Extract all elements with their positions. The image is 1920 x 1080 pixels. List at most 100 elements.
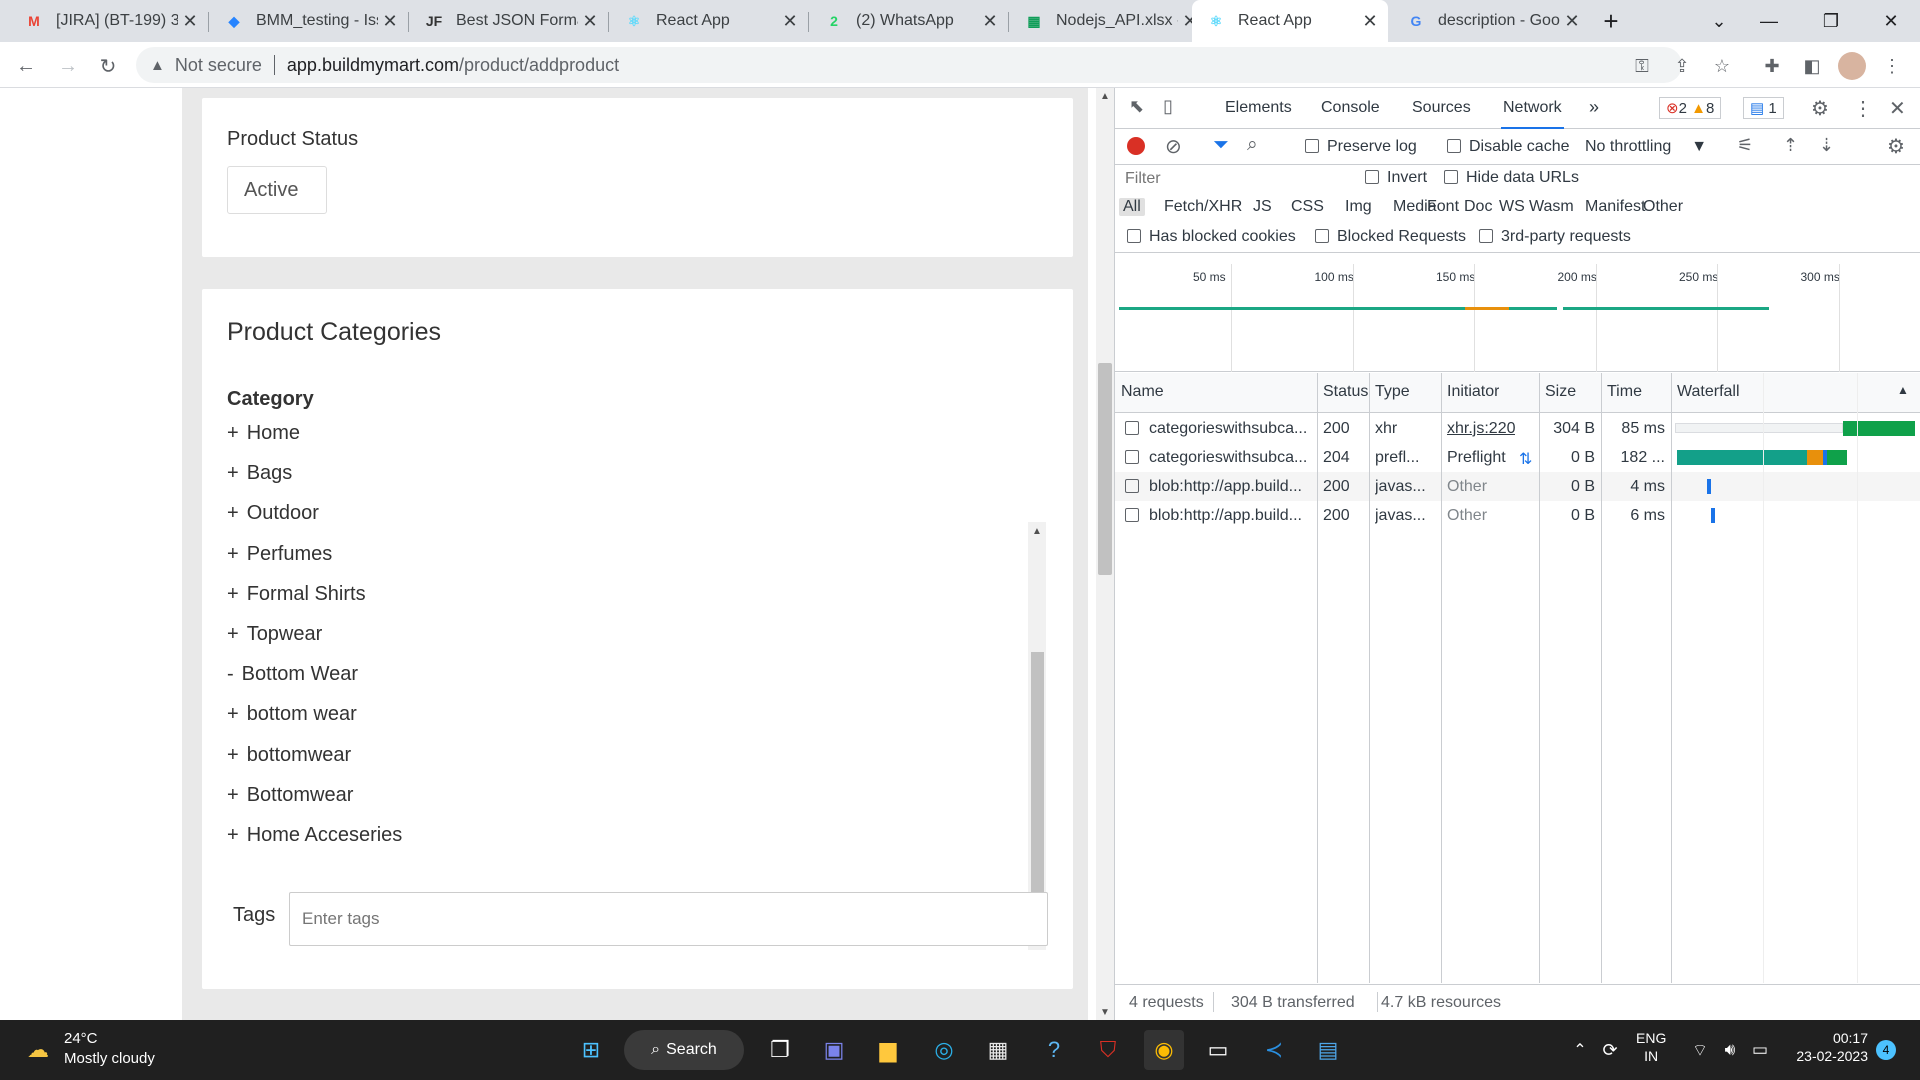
page-scroll-thumb[interactable] — [1098, 363, 1112, 575]
category-item[interactable]: + Formal Shirts — [227, 583, 366, 606]
expand-toggle[interactable]: + — [227, 422, 239, 444]
sort-ascending-icon[interactable]: ▲ — [1897, 383, 1909, 397]
terminal-icon[interactable]: ▭ — [1198, 1030, 1238, 1070]
category-item[interactable]: + Bottomwear — [227, 784, 353, 807]
request-row[interactable]: blob:http://app.build... 200 javas... Other… — [1115, 472, 1920, 501]
page-scrollbar[interactable]: ▲ ▼ — [1096, 88, 1114, 1020]
network-conditions-icon[interactable]: ⚟ — [1737, 135, 1753, 156]
type-filter-other[interactable]: Other — [1643, 198, 1683, 216]
category-item[interactable]: - Bottom Wear — [227, 663, 358, 686]
request-row[interactable]: categorieswithsubca... 204 prefl... Preflig… — [1115, 443, 1920, 472]
column-header-time[interactable]: Time — [1607, 383, 1642, 401]
scroll-up-arrow[interactable]: ▲ — [1028, 522, 1046, 540]
edge-icon[interactable]: ◎ — [924, 1030, 964, 1070]
expand-toggle[interactable]: + — [227, 543, 239, 565]
blocked-requests-checkbox[interactable]: Blocked Requests — [1315, 228, 1466, 246]
devtools-menu-icon[interactable]: ⋮ — [1853, 96, 1873, 121]
store-icon[interactable]: ▦ — [978, 1030, 1018, 1070]
teams-chat-icon[interactable]: ▣ — [814, 1030, 854, 1070]
browser-tab[interactable]: JF Best JSON Forma ✕ — [410, 0, 608, 42]
overview-timeline[interactable]: 50 ms 100 ms 150 ms 200 ms 250 ms 300 ms — [1115, 264, 1920, 372]
expand-toggle[interactable]: + — [227, 462, 239, 484]
devtools-tab-console[interactable]: Console — [1321, 99, 1380, 117]
language-indicator[interactable]: ENG IN — [1636, 1030, 1666, 1064]
key-icon[interactable]: ⚿ — [1628, 52, 1656, 80]
column-header-status[interactable]: Status — [1323, 383, 1368, 401]
file-explorer-icon[interactable]: ▆ — [868, 1030, 908, 1070]
extensions-icon[interactable]: ✚ — [1758, 52, 1786, 80]
taskbar-search[interactable]: ⌕ Search — [624, 1030, 744, 1070]
reload-button[interactable]: ↻ — [92, 50, 124, 82]
maximize-button[interactable]: ❐ — [1808, 0, 1854, 42]
column-divider[interactable] — [1539, 373, 1540, 983]
devtools-tab-network[interactable]: Network — [1501, 99, 1564, 129]
type-filter-wasm[interactable]: Wasm — [1529, 198, 1574, 216]
type-filter-js[interactable]: JS — [1253, 198, 1272, 216]
page-scroll-up[interactable]: ▲ — [1096, 88, 1114, 104]
expand-toggle[interactable]: + — [227, 703, 239, 725]
collapse-toggle[interactable]: - — [227, 663, 234, 685]
clock[interactable]: 00:17 23-02-2023 — [1784, 1030, 1868, 1064]
throttling-select[interactable]: No throttling ▼ — [1585, 138, 1707, 156]
category-item[interactable]: + Home Acceseries — [227, 824, 402, 847]
close-tab-icon[interactable]: ✕ — [578, 11, 602, 32]
network-settings-icon[interactable]: ⚙ — [1887, 134, 1905, 159]
expand-toggle[interactable]: + — [227, 824, 239, 846]
column-divider[interactable] — [1671, 373, 1672, 983]
preflight-icon[interactable]: ⇅ — [1519, 449, 1532, 469]
weather-icon[interactable]: ☁ — [18, 1030, 58, 1070]
filter-icon[interactable]: ⏷ — [1213, 134, 1229, 157]
column-header-waterfall[interactable]: Waterfall — [1677, 383, 1740, 401]
menu-icon[interactable]: ⋮ — [1878, 52, 1906, 80]
device-toggle-icon[interactable]: ▯ — [1163, 96, 1173, 117]
category-item[interactable]: + bottomwear — [227, 744, 351, 767]
column-divider[interactable] — [1601, 373, 1602, 983]
close-window-button[interactable]: ✕ — [1868, 0, 1914, 42]
column-header-size[interactable]: Size — [1545, 383, 1576, 401]
type-filter-all[interactable]: All — [1119, 198, 1145, 216]
blocked-cookies-checkbox[interactable]: Has blocked cookies — [1127, 228, 1296, 246]
type-filter-manifest[interactable]: Manifest — [1585, 198, 1645, 216]
export-har-icon[interactable]: ⇣ — [1819, 135, 1834, 156]
filter-input[interactable] — [1121, 167, 1347, 191]
browser-tab[interactable]: ⚛ React App ✕ — [610, 0, 808, 42]
category-item[interactable]: + bottom wear — [227, 703, 357, 726]
import-har-icon[interactable]: ⇡ — [1783, 135, 1798, 156]
notepad-icon[interactable]: ▤ — [1308, 1030, 1348, 1070]
new-tab-button[interactable]: + — [1588, 0, 1634, 42]
side-panel-icon[interactable]: ◧ — [1798, 52, 1826, 80]
expand-toggle[interactable]: + — [227, 744, 239, 766]
column-divider[interactable] — [1369, 373, 1370, 983]
search-icon[interactable]: ⌕ — [1247, 134, 1258, 156]
bookmark-star-icon[interactable]: ☆ — [1708, 52, 1736, 80]
close-tab-icon[interactable]: ✕ — [1358, 11, 1382, 32]
column-divider[interactable] — [1317, 373, 1318, 983]
type-filter-fetchxhr[interactable]: Fetch/XHR — [1164, 198, 1242, 216]
sync-icon[interactable]: ⟳ — [1590, 1030, 1630, 1070]
battery-icon[interactable]: ▭ — [1740, 1030, 1780, 1070]
close-tab-icon[interactable]: ✕ — [378, 11, 402, 32]
close-tab-icon[interactable]: ✕ — [1560, 11, 1584, 32]
profile-avatar[interactable] — [1838, 52, 1866, 80]
page-scroll-down[interactable]: ▼ — [1096, 1004, 1114, 1020]
request-row[interactable]: blob:http://app.build... 200 javas... Other… — [1115, 501, 1920, 530]
type-filter-doc[interactable]: Doc — [1464, 198, 1492, 216]
browser-tab[interactable]: ◆ BMM_testing - Iss ✕ — [210, 0, 408, 42]
settings-gear-icon[interactable]: ⚙ — [1811, 96, 1829, 121]
devtools-tab-elements[interactable]: Elements — [1225, 99, 1292, 117]
share-icon[interactable]: ⇪ — [1668, 52, 1696, 80]
messages-counter[interactable]: ▤ 1 — [1743, 97, 1784, 119]
row-checkbox[interactable] — [1125, 478, 1147, 496]
mcafee-icon[interactable]: ⛉ — [1088, 1030, 1128, 1070]
request-initiator[interactable]: xhr.js:220 — [1447, 420, 1515, 438]
column-header-name[interactable]: Name — [1121, 383, 1164, 401]
expand-toggle[interactable]: + — [227, 502, 239, 524]
vscode-icon[interactable]: ≺ — [1254, 1030, 1294, 1070]
type-filter-ws[interactable]: WS — [1499, 198, 1525, 216]
browser-tab[interactable]: Gdescription - Goo ✕ — [1392, 0, 1590, 42]
request-row[interactable]: categorieswithsubca... 200 xhr xhr.js:220 30… — [1115, 414, 1920, 443]
address-bar[interactable]: ▲ Not secure app.buildmymart.com/product… — [136, 47, 1682, 83]
type-filter-img[interactable]: Img — [1345, 198, 1372, 216]
product-status-select[interactable]: Active — [227, 166, 327, 214]
category-scrollbar[interactable]: ▲ ▼ — [1028, 522, 1046, 950]
